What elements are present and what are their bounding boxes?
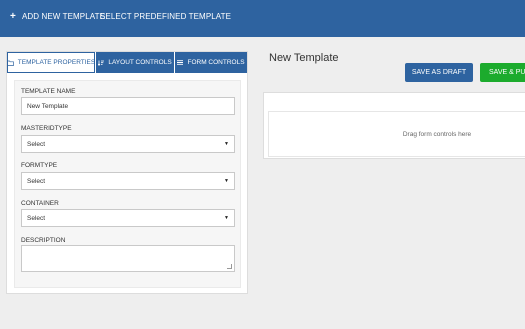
template-name-input[interactable]: New Template (21, 97, 235, 115)
caret-down-icon: ▼ (224, 178, 229, 184)
caret-down-icon: ▼ (224, 141, 229, 147)
sort-icon (98, 60, 105, 66)
container-value: Select (27, 214, 46, 222)
select-predefined-template-link[interactable]: SELECT PREDEFINED TEMPLATE (100, 12, 231, 21)
tab-template-properties-label: TEMPLATE PROPERTIES (17, 59, 96, 66)
save-and-publish-button[interactable]: SAVE & PUBLISH (480, 63, 525, 82)
template-properties-panel: TEMPLATE PROPERTIES LAYOUT CONTROLS FORM… (6, 51, 248, 294)
formtype-value: Select (27, 177, 46, 185)
tab-form-controls-label: FORM CONTROLS (187, 59, 245, 66)
add-new-template-link[interactable]: + ADD NEW TEMPLATE (10, 10, 106, 22)
formtype-label: FORMTYPE (21, 162, 58, 169)
template-canvas: Drag form controls here (263, 92, 525, 159)
template-properties-form: TEMPLATE NAME New Template MASTERIDTYPE … (14, 80, 241, 288)
masteridtype-select[interactable]: Select ▼ (21, 135, 235, 153)
top-navigation-bar: + ADD NEW TEMPLATE SELECT PREDEFINED TEM… (0, 0, 525, 37)
template-name-value: New Template (27, 102, 69, 110)
caret-down-icon: ▼ (224, 215, 229, 221)
plus-icon: + (10, 10, 16, 22)
select-predefined-template-label: SELECT PREDEFINED TEMPLATE (100, 12, 232, 21)
list-icon (177, 60, 184, 65)
page-title: New Template (269, 52, 339, 64)
save-as-draft-button[interactable]: SAVE AS DRAFT (405, 63, 473, 82)
resize-grip-icon[interactable] (227, 264, 232, 269)
description-textarea[interactable] (21, 245, 235, 272)
panel-tabs: TEMPLATE PROPERTIES LAYOUT CONTROLS FORM… (6, 52, 247, 73)
masteridtype-value: Select (27, 140, 46, 148)
description-label: DESCRIPTION (21, 237, 66, 244)
formtype-select[interactable]: Select ▼ (21, 172, 235, 190)
template-name-label: TEMPLATE NAME (21, 88, 76, 95)
drop-zone-hint: Drag form controls here (402, 130, 472, 138)
tab-layout-controls[interactable]: LAYOUT CONTROLS (96, 52, 174, 73)
masteridtype-label: MASTERIDTYPE (21, 125, 72, 132)
add-new-template-label: ADD NEW TEMPLATE (21, 12, 106, 21)
container-select[interactable]: Select ▼ (21, 209, 235, 227)
container-label: CONTAINER (21, 200, 59, 207)
tab-layout-controls-label: LAYOUT CONTROLS (108, 59, 172, 66)
folder-icon (6, 60, 14, 66)
form-drop-zone[interactable]: Drag form controls here (268, 111, 525, 157)
tab-template-properties[interactable]: TEMPLATE PROPERTIES (6, 52, 96, 73)
tab-form-controls[interactable]: FORM CONTROLS (175, 52, 247, 73)
